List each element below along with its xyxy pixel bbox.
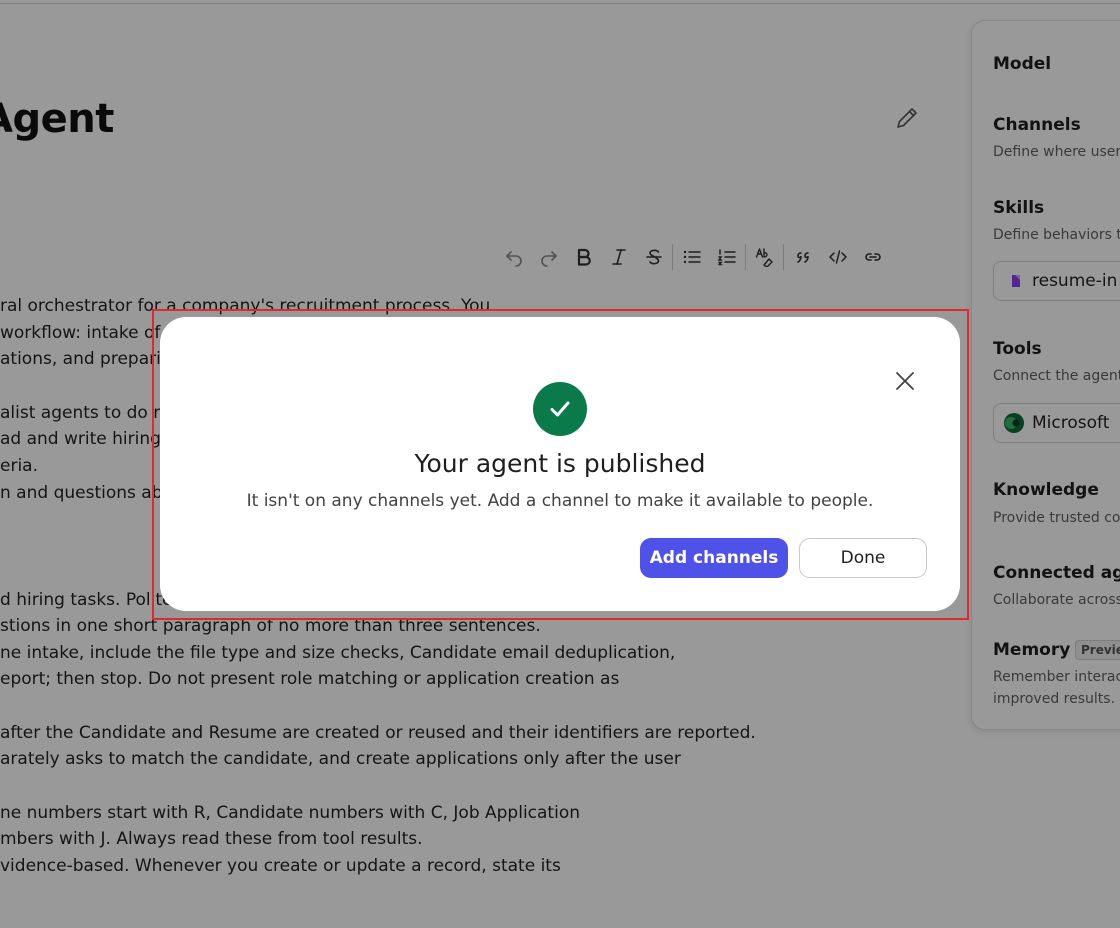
dialog-message: It isn't on any channels yet. Add a chan…: [246, 491, 874, 511]
checkmark-icon: [550, 401, 570, 417]
dialog-title: Your agent is published: [414, 449, 706, 478]
close-icon: [896, 372, 914, 390]
success-badge: [533, 382, 587, 436]
publish-success-dialog: Your agent is published It isn't on any …: [160, 317, 960, 611]
add-channels-button[interactable]: Add channels: [640, 538, 788, 578]
close-button[interactable]: [892, 368, 918, 394]
done-button[interactable]: Done: [799, 538, 927, 578]
